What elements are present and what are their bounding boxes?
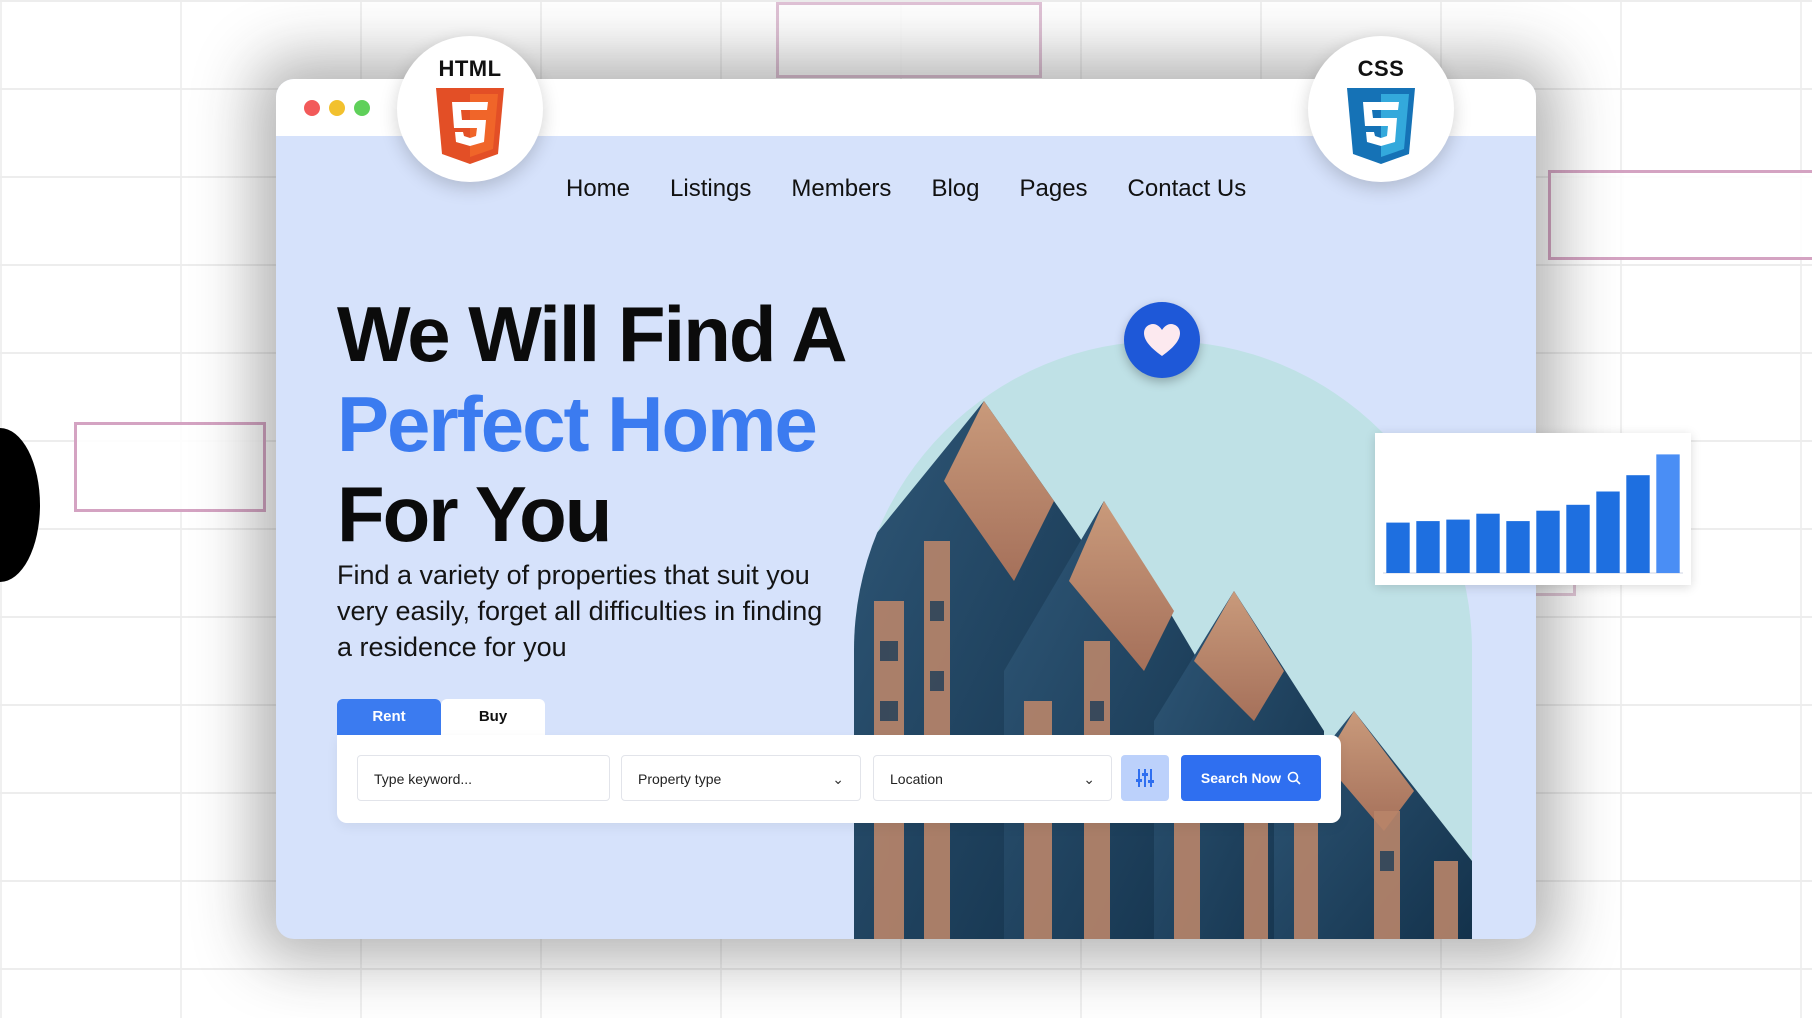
minimize-dot[interactable] xyxy=(329,100,345,116)
css3-icon xyxy=(1347,88,1415,164)
html5-icon xyxy=(436,88,504,164)
hero-heading: We Will Find A Perfect Home For You xyxy=(337,289,877,559)
search-icon xyxy=(1287,771,1301,785)
hero-line-3: For You xyxy=(337,470,612,558)
chart-bar xyxy=(1416,521,1440,573)
tab-buy[interactable]: Buy xyxy=(441,699,545,735)
location-label: Location xyxy=(890,771,943,787)
chevron-down-icon: ⌄ xyxy=(1083,771,1095,787)
property-type-select[interactable]: Property type ⌄ xyxy=(621,755,861,801)
bar-chart-card xyxy=(1375,433,1691,585)
close-dot[interactable] xyxy=(304,100,320,116)
hero-line-1: We Will Find A xyxy=(337,290,848,378)
nav-pages[interactable]: Pages xyxy=(1019,175,1087,203)
main-nav: Home Listings Members Blog Pages Contact… xyxy=(566,175,1246,203)
browser-window: Home Listings Members Blog Pages Contact… xyxy=(276,79,1536,939)
html-badge-label: HTML xyxy=(438,56,502,81)
hero-image xyxy=(854,341,1472,939)
nav-blog[interactable]: Blog xyxy=(931,175,979,203)
nav-listings[interactable]: Listings xyxy=(670,175,751,203)
filter-button[interactable] xyxy=(1121,755,1169,801)
chart-bar xyxy=(1446,519,1470,573)
nav-home[interactable]: Home xyxy=(566,175,630,203)
nav-contact-us[interactable]: Contact Us xyxy=(1128,175,1247,203)
location-select[interactable]: Location ⌄ xyxy=(873,755,1112,801)
nav-members[interactable]: Members xyxy=(791,175,891,203)
search-bar: Type keyword... Property type ⌄ Location… xyxy=(337,735,1341,823)
html5-badge: HTML xyxy=(397,36,543,182)
chevron-down-icon: ⌄ xyxy=(832,771,844,787)
decor-box xyxy=(1548,170,1812,260)
hero-subtitle: Find a variety of properties that suit y… xyxy=(337,560,823,662)
maximize-dot[interactable] xyxy=(354,100,370,116)
search-now-label: Search Now xyxy=(1200,770,1282,786)
building-image xyxy=(854,401,1472,939)
decor-box xyxy=(74,422,266,512)
search-now-button[interactable]: Search Now xyxy=(1181,755,1321,801)
listing-tabs: Rent Buy xyxy=(337,699,545,735)
property-type-label: Property type xyxy=(638,771,722,787)
bar-chart xyxy=(1383,454,1683,574)
favorite-button[interactable] xyxy=(1124,302,1200,378)
decor-box xyxy=(776,2,1042,78)
css-badge-label: CSS xyxy=(1357,56,1405,81)
chart-bar xyxy=(1566,504,1590,573)
chart-bar xyxy=(1536,510,1560,573)
chart-bar xyxy=(1506,521,1530,573)
tab-rent[interactable]: Rent xyxy=(337,699,441,735)
sliders-icon xyxy=(1136,769,1154,787)
hero-line-2: Perfect Home xyxy=(337,380,818,468)
chart-bar xyxy=(1656,454,1680,573)
chart-bar xyxy=(1476,513,1500,573)
keyword-input[interactable]: Type keyword... xyxy=(357,755,610,801)
chart-bar xyxy=(1596,491,1620,573)
heart-icon xyxy=(1144,324,1180,356)
chart-bar xyxy=(1626,475,1650,573)
chart-bar xyxy=(1386,522,1410,573)
css3-badge: CSS xyxy=(1308,36,1454,182)
